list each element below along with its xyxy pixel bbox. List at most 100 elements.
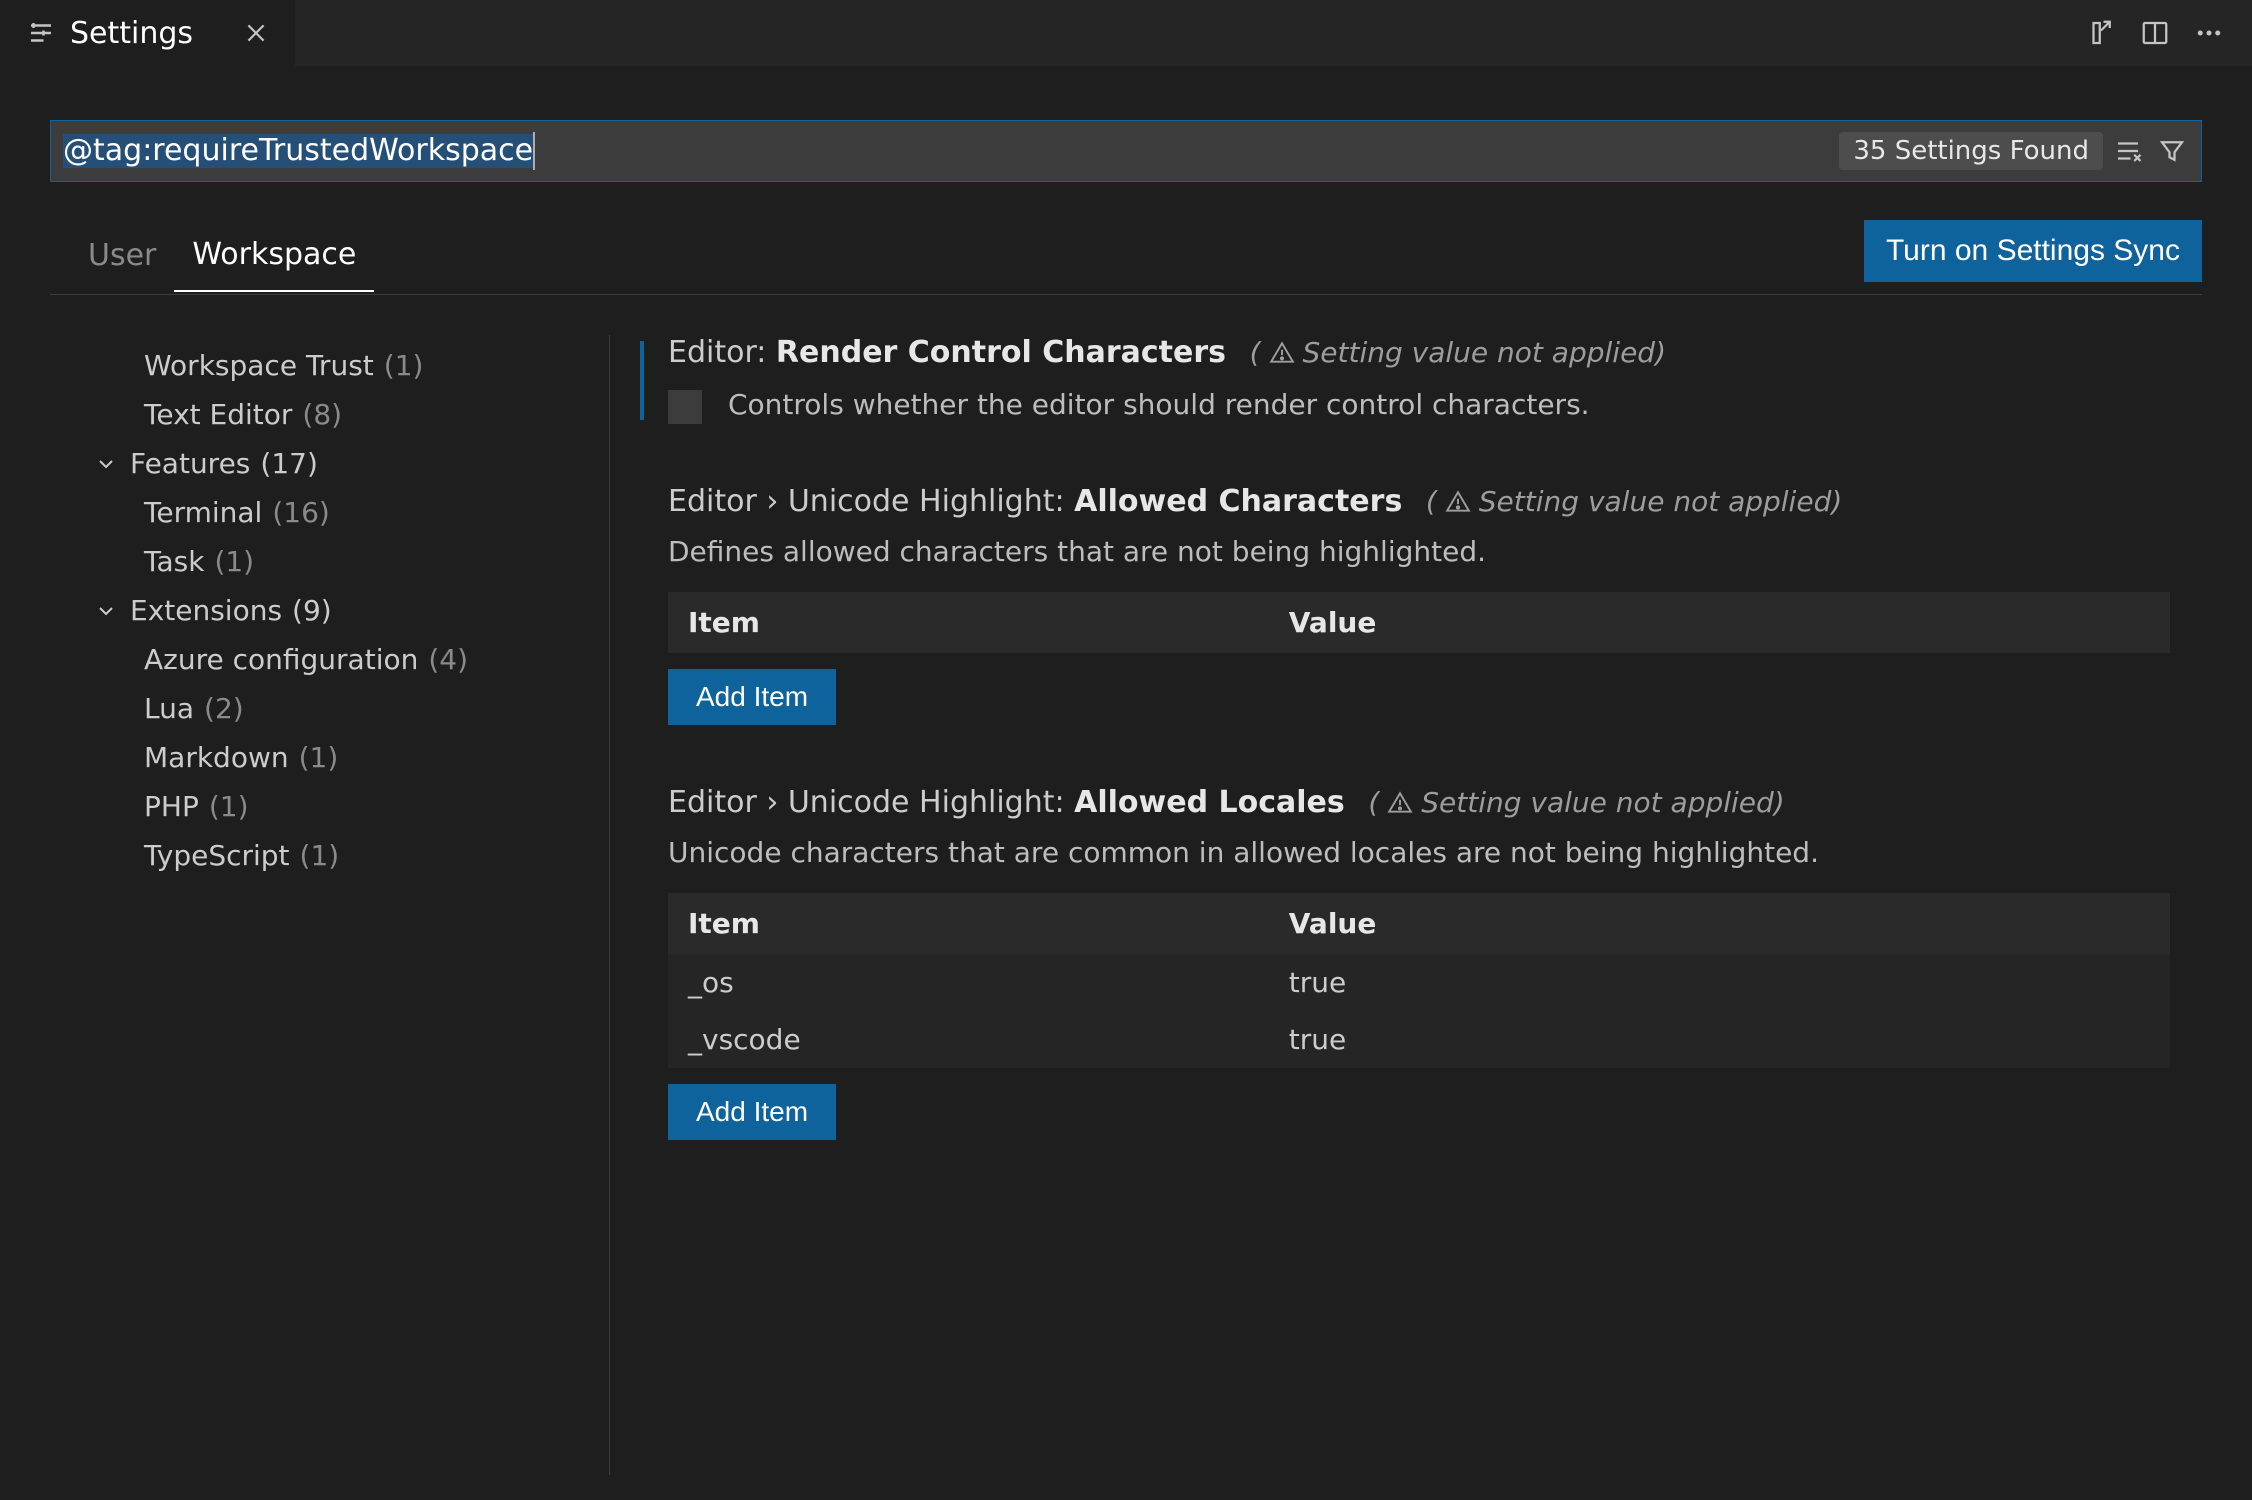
toc-count: (1) bbox=[299, 741, 339, 774]
toc-label: PHP bbox=[144, 790, 199, 823]
toc-azure[interactable]: Azure configuration (4) bbox=[82, 635, 609, 684]
cell-item: _vscode bbox=[668, 1011, 1269, 1068]
toc-label: Task bbox=[144, 545, 204, 578]
toc-text-editor[interactable]: Text Editor (8) bbox=[82, 390, 609, 439]
toc-count: (9) bbox=[292, 594, 332, 627]
toc-label: Extensions bbox=[130, 594, 282, 627]
toc-label: Workspace Trust bbox=[144, 349, 374, 382]
text-caret bbox=[533, 132, 535, 170]
table-header-row: Item Value bbox=[668, 893, 2170, 954]
tab-title: Settings bbox=[70, 16, 193, 51]
toc-count: (1) bbox=[209, 790, 249, 823]
chevron-down-icon bbox=[94, 452, 120, 476]
setting-not-applied: ( Setting value not applied) bbox=[1368, 786, 1784, 819]
toc-markdown[interactable]: Markdown (1) bbox=[82, 733, 609, 782]
close-icon[interactable] bbox=[243, 20, 269, 46]
toc-task[interactable]: Task (1) bbox=[82, 537, 609, 586]
table-row[interactable]: _os true bbox=[668, 954, 2170, 1011]
setting-name: Allowed Characters bbox=[1074, 484, 1402, 519]
filter-icon[interactable] bbox=[2157, 136, 2187, 166]
toc-label: Lua bbox=[144, 692, 194, 725]
search-input[interactable]: @tag:requireTrustedWorkspace bbox=[51, 121, 1839, 181]
settings-sync-button[interactable]: Turn on Settings Sync bbox=[1864, 220, 2202, 282]
toc-count: (1) bbox=[300, 839, 340, 872]
table-row[interactable]: _vscode true bbox=[668, 1011, 2170, 1068]
cell-item: _os bbox=[668, 954, 1269, 1011]
setting-not-applied: ( Setting value not applied) bbox=[1250, 336, 1666, 369]
setting-allowed-locales: Editor › Unicode Highlight: Allowed Loca… bbox=[668, 785, 2170, 1140]
setting-group: Editor › Unicode Highlight: bbox=[668, 484, 1065, 519]
settings-count-badge: 35 Settings Found bbox=[1839, 132, 2103, 170]
setting-allowed-characters: Editor › Unicode Highlight: Allowed Char… bbox=[668, 484, 2170, 725]
settings-scope-tabs: User Workspace Turn on Settings Sync bbox=[50, 220, 2202, 295]
setting-title: Editor › Unicode Highlight: Allowed Char… bbox=[668, 484, 2170, 519]
toc-count: (16) bbox=[272, 496, 329, 529]
toc-features[interactable]: Features (17) bbox=[82, 439, 609, 488]
not-applied-text: Setting value not applied) bbox=[1479, 485, 1842, 518]
chevron-down-icon bbox=[94, 599, 120, 623]
paren-open: ( bbox=[1368, 786, 1379, 819]
paren-open: ( bbox=[1426, 485, 1437, 518]
setting-name: Allowed Locales bbox=[1074, 785, 1345, 820]
checkbox[interactable] bbox=[668, 390, 702, 424]
search-value: @tag:requireTrustedWorkspace bbox=[63, 134, 533, 168]
setting-title: Editor › Unicode Highlight: Allowed Loca… bbox=[668, 785, 2170, 820]
settings-list-icon bbox=[26, 18, 56, 48]
setting-title: Editor: Render Control Characters ( Sett… bbox=[668, 335, 2170, 370]
editor-tab-bar: Settings bbox=[0, 0, 2252, 66]
toc-label: Features bbox=[130, 447, 250, 480]
toc-count: (4) bbox=[428, 643, 468, 676]
toc-count: (1) bbox=[384, 349, 424, 382]
settings-search[interactable]: @tag:requireTrustedWorkspace 35 Settings… bbox=[50, 120, 2202, 182]
toc-count: (2) bbox=[204, 692, 244, 725]
toc-label: Markdown bbox=[144, 741, 289, 774]
toc-label: Text Editor bbox=[144, 398, 292, 431]
toc-count: (1) bbox=[214, 545, 254, 578]
not-applied-text: Setting value not applied) bbox=[1303, 336, 1666, 369]
toc-extensions[interactable]: Extensions (9) bbox=[82, 586, 609, 635]
warning-icon bbox=[1387, 790, 1413, 816]
table-header-row: Item Value bbox=[668, 592, 2170, 653]
more-actions-icon[interactable] bbox=[2194, 18, 2224, 48]
setting-render-control-characters: Editor: Render Control Characters ( Sett… bbox=[668, 335, 2170, 424]
toc-workspace-trust[interactable]: Workspace Trust (1) bbox=[82, 341, 609, 390]
toc-count: (8) bbox=[302, 398, 342, 431]
open-changes-icon[interactable] bbox=[2086, 18, 2116, 48]
warning-icon bbox=[1269, 340, 1295, 366]
toc-label: Azure configuration bbox=[144, 643, 418, 676]
setting-description: Controls whether the editor should rende… bbox=[728, 388, 1590, 421]
clear-search-icon[interactable] bbox=[2113, 136, 2143, 166]
settings-list: Editor: Render Control Characters ( Sett… bbox=[610, 335, 2202, 1475]
add-item-button[interactable]: Add Item bbox=[668, 1084, 836, 1140]
toc-lua[interactable]: Lua (2) bbox=[82, 684, 609, 733]
toc-label: TypeScript bbox=[144, 839, 290, 872]
col-value: Value bbox=[1269, 592, 2170, 653]
modified-indicator bbox=[640, 341, 644, 420]
settings-toc: Workspace Trust (1) Text Editor (8) Feat… bbox=[50, 335, 610, 1475]
add-item-button[interactable]: Add Item bbox=[668, 669, 836, 725]
tab-bar-empty bbox=[295, 0, 2058, 66]
paren-open: ( bbox=[1250, 336, 1261, 369]
col-item: Item bbox=[668, 893, 1269, 954]
warning-icon bbox=[1445, 489, 1471, 515]
scope-tab-user[interactable]: User bbox=[70, 224, 174, 291]
cell-value: true bbox=[1269, 954, 2170, 1011]
col-item: Item bbox=[668, 592, 1269, 653]
not-applied-text: Setting value not applied) bbox=[1421, 786, 1784, 819]
toc-php[interactable]: PHP (1) bbox=[82, 782, 609, 831]
allowed-characters-table: Item Value bbox=[668, 592, 2170, 653]
toc-count: (17) bbox=[260, 447, 317, 480]
split-editor-icon[interactable] bbox=[2140, 18, 2170, 48]
setting-not-applied: ( Setting value not applied) bbox=[1426, 485, 1842, 518]
allowed-locales-table: Item Value _os true _vscode true bbox=[668, 893, 2170, 1068]
setting-name: Render Control Characters bbox=[776, 335, 1226, 370]
setting-description: Unicode characters that are common in al… bbox=[668, 836, 2170, 869]
tab-settings[interactable]: Settings bbox=[0, 0, 295, 66]
scope-tab-workspace[interactable]: Workspace bbox=[174, 223, 374, 292]
col-value: Value bbox=[1269, 893, 2170, 954]
setting-group: Editor: bbox=[668, 335, 766, 370]
tab-actions bbox=[2058, 0, 2252, 66]
setting-group: Editor › Unicode Highlight: bbox=[668, 785, 1065, 820]
toc-terminal[interactable]: Terminal (16) bbox=[82, 488, 609, 537]
toc-typescript[interactable]: TypeScript (1) bbox=[82, 831, 609, 880]
